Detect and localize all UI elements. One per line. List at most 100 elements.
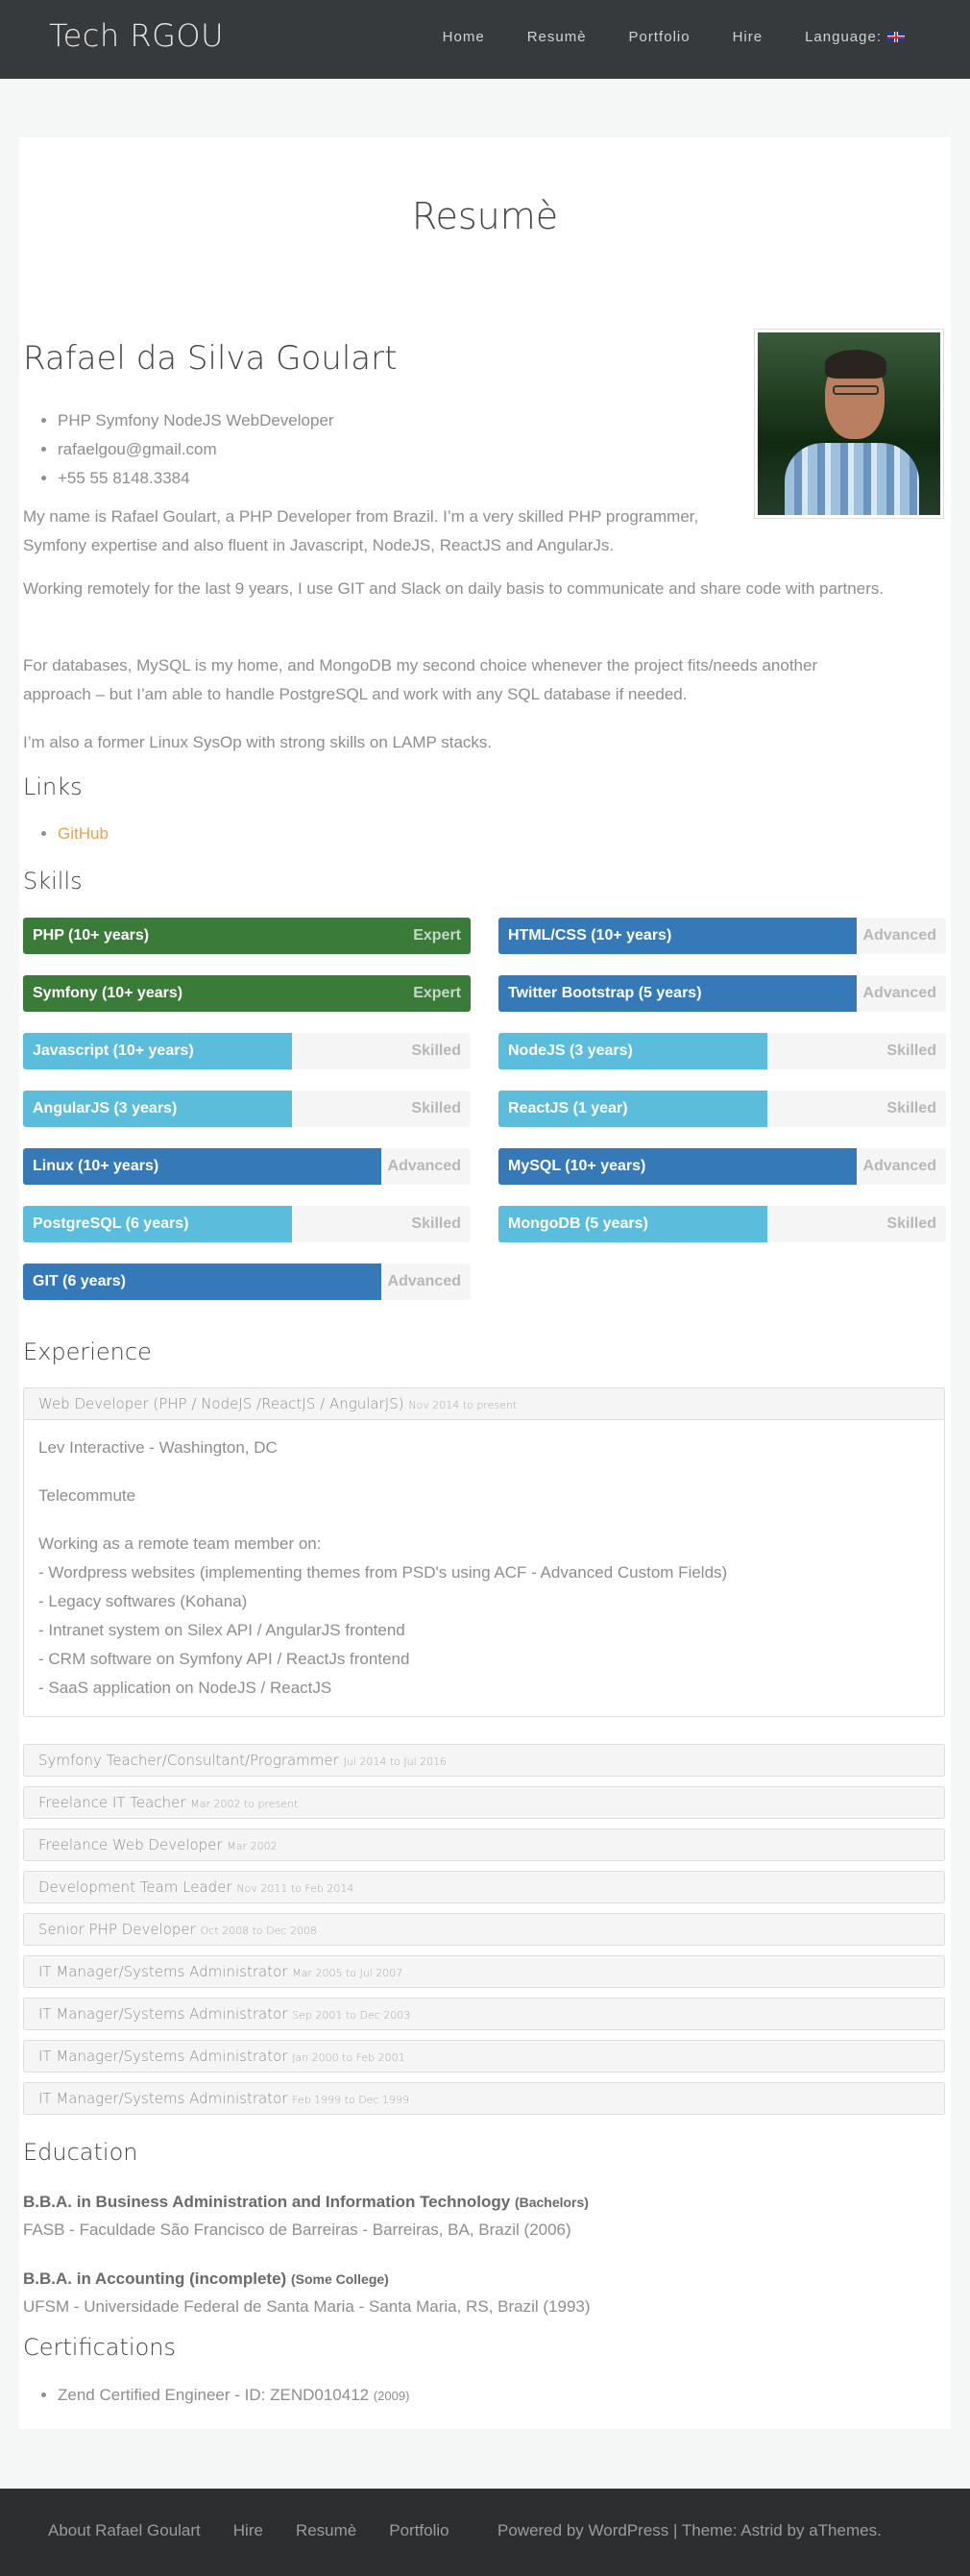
skill-label: NodeJS (3 years) <box>508 1043 633 1059</box>
experience-item[interactable]: Development Team Leader Nov 2011 to Feb … <box>23 1871 945 1903</box>
experience-header[interactable]: Freelance Web Developer Mar 2002 <box>24 1829 944 1860</box>
experience-header[interactable]: Development Team Leader Nov 2011 to Feb … <box>24 1872 944 1902</box>
skill-bar: Symfony (10+ years) Expert <box>23 975 471 1012</box>
experience-dates: Feb 1999 to Dec 1999 <box>292 2094 409 2106</box>
skills-heading: Skills <box>23 868 83 895</box>
education-school-1: FASB - Faculdade São Francisco de Barrei… <box>23 2220 571 2239</box>
experience-dates: Sep 2001 to Dec 2003 <box>292 2009 411 2022</box>
nav-resume[interactable]: Resumè <box>527 29 587 45</box>
certification-item: Zend Certified Engineer - ID: ZEND010412… <box>58 2386 409 2405</box>
site-title[interactable]: Tech RGOU <box>49 17 224 54</box>
degree-type: (Some College) <box>290 2271 389 2287</box>
skill-bar: AngularJS (3 years) Skilled <box>23 1091 471 1127</box>
github-link[interactable]: GitHub <box>58 824 109 843</box>
experience-detail-line: - SaaS application on NodeJS / ReactJS <box>38 1679 332 1697</box>
experience-header[interactable]: IT Manager/Systems Administrator Mar 200… <box>24 1956 944 1987</box>
skill-level: Advanced <box>862 1158 936 1174</box>
experience-header[interactable]: Senior PHP Developer Oct 2008 to Dec 200… <box>24 1914 944 1945</box>
experience-title: IT Manager/Systems Administrator <box>38 2005 288 2023</box>
experience-dates: Jan 2000 to Feb 2001 <box>292 2051 405 2064</box>
experience-header[interactable]: IT Manager/Systems Administrator Jan 200… <box>24 2041 944 2072</box>
experience-title: Freelance Web Developer <box>38 1836 223 1853</box>
experience-heading: Experience <box>23 1338 152 1365</box>
education-degree-1: B.B.A. in Business Administration and In… <box>23 2193 589 2212</box>
experience-dates: Nov 2011 to Feb 2014 <box>236 1882 354 1895</box>
experience-item[interactable]: Symfony Teacher/Consultant/Programmer Ju… <box>23 1744 945 1777</box>
skill-label: PHP (10+ years) <box>33 927 150 944</box>
skill-level: Skilled <box>411 1215 461 1232</box>
footer-nav-portfolio[interactable]: Portfolio <box>389 2521 449 2540</box>
skill-bar: PHP (10+ years) Expert <box>23 918 471 954</box>
skill-label: MongoDB (5 years) <box>508 1215 648 1232</box>
experience-detail-line: Working as a remote team member on: <box>38 1534 322 1553</box>
skill-bar: Linux (10+ years) Advanced <box>23 1148 471 1185</box>
experience-header[interactable]: IT Manager/Systems Administrator Sep 200… <box>24 1999 944 2029</box>
skill-label: Symfony (10+ years) <box>33 985 183 1001</box>
degree-name: B.B.A. in Business Administration and In… <box>23 2193 511 2211</box>
credit-prefix: Powered by <box>497 2521 584 2539</box>
profile-photo <box>755 330 943 518</box>
footer-nav-resume[interactable]: Resumè <box>296 2521 356 2540</box>
links-heading: Links <box>23 773 83 800</box>
skill-bar: NodeJS (3 years) Skilled <box>498 1033 946 1069</box>
footer-nav-about[interactable]: About Rafael Goulart <box>48 2521 201 2540</box>
experience-item[interactable]: Freelance Web Developer Mar 2002 <box>23 1828 945 1861</box>
astrid-theme-link[interactable]: Astrid <box>740 2521 782 2539</box>
nav-portfolio[interactable]: Portfolio <box>629 29 691 45</box>
phone: +55 55 8148.3384 <box>58 464 334 493</box>
experience-header[interactable]: Symfony Teacher/Consultant/Programmer Ju… <box>24 1745 944 1776</box>
credit-theme-label: Theme: <box>681 2521 738 2539</box>
experience-item[interactable]: IT Manager/Systems Administrator Sep 200… <box>23 1998 945 2030</box>
athemes-link[interactable]: aThemes. <box>809 2521 882 2539</box>
skill-bar: Twitter Bootstrap (5 years) Advanced <box>498 975 946 1012</box>
experience-dates: Mar 2002 <box>227 1840 278 1852</box>
experience-detail-line: - Legacy softwares (Kohana) <box>38 1592 248 1610</box>
footer-nav-hire[interactable]: Hire <box>233 2521 263 2540</box>
skill-level: Skilled <box>886 1215 936 1232</box>
experience-item[interactable]: Web Developer (PHP / NodeJS /ReactJS / A… <box>23 1387 945 1717</box>
certification-year: (2009) <box>373 2389 410 2403</box>
experience-dates: Nov 2014 to present <box>408 1399 518 1411</box>
experience-item[interactable]: Freelance IT Teacher Mar 2002 to present <box>23 1786 945 1819</box>
experience-item[interactable]: IT Manager/Systems Administrator Feb 199… <box>23 2082 945 2115</box>
skill-level: Skilled <box>411 1043 461 1059</box>
bio-paragraph-2: Working remotely for the last 9 years, I… <box>23 579 885 598</box>
links-list: GitHub <box>42 824 109 844</box>
nav-language[interactable]: Language: <box>805 29 905 45</box>
experience-details: Working as a remote team member on: - Wor… <box>38 1530 930 1703</box>
experience-detail-line: - Wordpress websites (implementing theme… <box>38 1563 728 1582</box>
skill-label: GIT (6 years) <box>33 1273 126 1289</box>
person-name: Rafael da Silva Goulart <box>23 339 398 378</box>
skill-level: Advanced <box>862 927 936 944</box>
experience-item[interactable]: IT Manager/Systems Administrator Jan 200… <box>23 2040 945 2073</box>
wordpress-link[interactable]: WordPress <box>589 2521 669 2539</box>
experience-header[interactable]: Freelance IT Teacher Mar 2002 to present <box>24 1787 944 1818</box>
experience-title: Senior PHP Developer <box>38 1921 196 1938</box>
site-footer: About Rafael Goulart Hire Resumè Portfol… <box>0 2489 970 2576</box>
skill-level: Skilled <box>886 1100 936 1116</box>
experience-header[interactable]: Web Developer (PHP / NodeJS /ReactJS / A… <box>24 1388 944 1419</box>
experience-item[interactable]: IT Manager/Systems Administrator Mar 200… <box>23 1955 945 1988</box>
nav-home[interactable]: Home <box>443 29 485 45</box>
resume-content: Resumè Rafael da Silva Goulart PHP Symfo… <box>19 137 951 2429</box>
bio-paragraph-3: For databases, MySQL is my home, and Mon… <box>23 656 818 703</box>
certification-name: Zend Certified Engineer - ID: ZEND010412 <box>58 2386 370 2404</box>
experience-header[interactable]: IT Manager/Systems Administrator Feb 199… <box>24 2083 944 2114</box>
degree-type: (Bachelors) <box>514 2195 589 2210</box>
skill-bar: HTML/CSS (10+ years) Advanced <box>498 918 946 954</box>
experience-title: Web Developer (PHP / NodeJS /ReactJS / A… <box>38 1395 404 1412</box>
bio-paragraph-4: I’m also a former Linux SysOp with stron… <box>23 733 493 751</box>
skill-bar: MongoDB (5 years) Skilled <box>498 1206 946 1242</box>
skill-label: MySQL (10+ years) <box>508 1158 646 1174</box>
skill-bar: GIT (6 years) Advanced <box>23 1263 471 1300</box>
uk-flag-icon <box>887 32 905 42</box>
experience-detail-line: - Intranet system on Silex API / Angular… <box>38 1621 405 1639</box>
experience-body: Lev Interactive - Washington, DC Telecomm… <box>24 1419 944 1716</box>
experience-title: Development Team Leader <box>38 1878 232 1896</box>
experience-dates: Oct 2008 to Dec 2008 <box>200 1925 317 1937</box>
experience-item[interactable]: Senior PHP Developer Oct 2008 to Dec 200… <box>23 1913 945 1946</box>
skill-label: HTML/CSS (10+ years) <box>508 927 672 944</box>
footer-credit: Powered by WordPress | Theme: Astrid by … <box>497 2521 882 2540</box>
main-nav: Home Resumè Portfolio Hire Language: <box>400 29 905 45</box>
nav-hire[interactable]: Hire <box>733 29 764 45</box>
